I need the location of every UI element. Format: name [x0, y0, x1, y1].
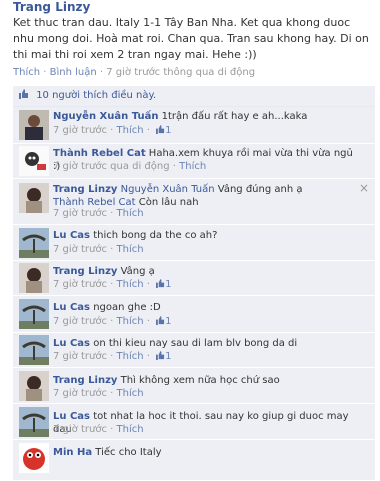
comment-like-link[interactable]: Thích [117, 208, 144, 219]
comment-text: thich bong da the co ah? [93, 230, 218, 241]
comment-time[interactable]: 7 giờ trước [53, 316, 107, 327]
close-icon[interactable]: × [359, 181, 369, 195]
comment-time[interactable]: 7 giờ trước [53, 351, 107, 362]
avatar[interactable] [19, 299, 49, 329]
avatar[interactable] [19, 371, 49, 401]
comment-text: Vâng ạ [120, 266, 155, 277]
comment-like-link[interactable]: Thích [179, 161, 206, 172]
comment: Trang Linzy Vâng ạ 7 giờ trước · Thích ·… [13, 261, 375, 296]
comment-time[interactable]: 7 giờ trước [53, 244, 107, 255]
thumbs-up-icon [156, 316, 165, 325]
comment: Lu Cas tot nhat la hoc it thoi. sau nay … [13, 404, 375, 440]
commenter-name[interactable]: Thành Rebel Cat [53, 148, 146, 159]
comment: Thành Rebel Cat Haha.xem khuya rồi mai v… [13, 144, 375, 179]
likes-count-link[interactable]: 10 người thích điều này. [36, 90, 156, 101]
thumbs-up-icon [156, 351, 165, 360]
comment-text: 1trận đấu rất hay e ah...kaka [161, 111, 308, 122]
post-time: 7 giờ trước thông qua di động [106, 67, 256, 78]
comment-like-count[interactable]: 1 [165, 125, 171, 136]
post-author[interactable]: Trang Linzy [13, 0, 90, 14]
comment-like-link[interactable]: Thích [117, 351, 144, 362]
avatar[interactable] [19, 443, 49, 473]
commenter-name[interactable]: Trang Linzy [53, 375, 117, 386]
comment-time[interactable]: 7 giờ trước [53, 125, 107, 136]
comment: Lu Cas ngoan ghe :D 7 giờ trước · Thích … [13, 296, 375, 333]
comment-text: Còn lâu nah [138, 197, 199, 208]
comment: Min Ha Tiếc cho Italy [13, 440, 375, 481]
comment-text: Thì không xem nữa học chứ sao [120, 375, 280, 386]
comment-like-link[interactable]: Thích [117, 244, 144, 255]
commenter-name[interactable]: Lu Cas [53, 338, 90, 349]
post-meta: Thích · Bình luận · 7 giờ trước thông qu… [13, 67, 256, 78]
comment-like-link[interactable]: Thích [117, 316, 144, 327]
commenter-name[interactable]: Min Ha [53, 447, 92, 458]
comment-like-count[interactable]: 1 [165, 279, 171, 290]
thumbs-up-icon [19, 89, 28, 99]
comment-text: Vâng đúng anh ạ [217, 184, 303, 195]
tagged-user[interactable]: Thành Rebel Cat [53, 197, 136, 208]
likes-bar: 10 người thích điều này. [13, 86, 375, 107]
commenter-name[interactable]: Lu Cas [53, 411, 90, 422]
comment-link[interactable]: Bình luận [50, 67, 97, 78]
avatar[interactable] [19, 183, 49, 213]
comment-like-link[interactable]: Thích [117, 279, 144, 290]
comment: Lu Cas thich bong da the co ah? 7 giờ tr… [13, 225, 375, 261]
like-link[interactable]: Thích [13, 67, 40, 78]
comment-like-count[interactable]: 1 [165, 351, 171, 362]
thumbs-up-icon [156, 125, 165, 134]
comment: Trang Linzy Thì không xem nữa học chứ sa… [13, 368, 375, 404]
comment-like-link[interactable]: Thích [117, 125, 144, 136]
post-text: Ket thuc tran dau. Italy 1-1 Tây Ban Nha… [13, 16, 369, 61]
comment-time[interactable]: 7 giờ trước [53, 388, 107, 399]
comment-text: ngoan ghe :D [93, 302, 161, 313]
comment: Lu Cas on thi kieu nay sau di lam blv bo… [13, 333, 375, 368]
comment-time[interactable]: 7 giờ trước qua di động [53, 161, 170, 172]
avatar[interactable] [19, 335, 49, 365]
avatar[interactable] [19, 110, 49, 140]
comment-time[interactable]: 7 giờ trước [53, 208, 107, 219]
comment: Nguyễn Xuân Tuấn 1trận đấu rất hay e ah.… [13, 107, 375, 144]
thumbs-up-icon [156, 279, 165, 288]
commenter-name[interactable]: Nguyễn Xuân Tuấn [53, 111, 158, 122]
tagged-user[interactable]: Nguyễn Xuân Tuấn [121, 184, 215, 195]
comment-like-count[interactable]: 1 [165, 316, 171, 327]
commenter-name[interactable]: Trang Linzy [53, 266, 117, 277]
comment-like-link[interactable]: Thích [117, 388, 144, 399]
comment-text: Tiếc cho Italy [95, 447, 162, 458]
avatar[interactable] [19, 228, 49, 258]
commenter-name[interactable]: Lu Cas [53, 302, 90, 313]
comment-text: on thi kieu nay sau di lam blv bong da d… [93, 338, 298, 349]
avatar[interactable] [19, 146, 49, 176]
comment-time[interactable]: 7 giờ trước [53, 279, 107, 290]
comment-time[interactable]: 7 giờ trước [53, 424, 107, 435]
commenter-name[interactable]: Trang Linzy [53, 184, 117, 195]
commenter-name[interactable]: Lu Cas [53, 230, 90, 241]
avatar[interactable] [19, 263, 49, 293]
comment-like-link[interactable]: Thích [117, 424, 144, 435]
comment: Trang Linzy Nguyễn Xuân Tuấn Vâng đúng a… [13, 179, 375, 225]
avatar[interactable] [19, 407, 49, 437]
